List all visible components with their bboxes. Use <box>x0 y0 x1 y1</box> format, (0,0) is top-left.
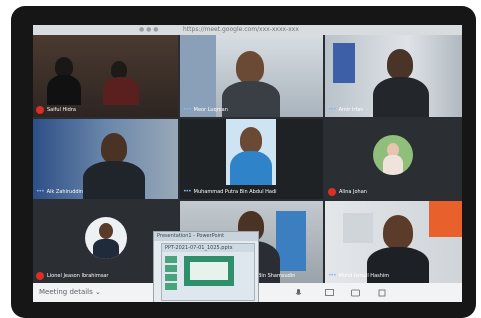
slide-thumbnail[interactable] <box>165 265 177 272</box>
window-controls-icon: ● ● ● <box>139 26 159 33</box>
meeting-screen: ● ● ● https://meet.google.com/xxx-xxxx-x… <box>33 25 462 302</box>
participant-tile[interactable]: Alina Johan <box>325 119 462 199</box>
slide-thumbnails <box>165 256 177 296</box>
more-dots-icon[interactable]: ••• <box>36 188 45 196</box>
slide-thumbnail[interactable] <box>165 274 177 281</box>
participant-name-tag: ••• Meor Luqman <box>183 105 228 114</box>
mic-muted-icon <box>328 187 336 196</box>
chevron-down-icon: ⌄ <box>95 288 101 296</box>
more-dots-icon[interactable]: ••• <box>328 106 337 114</box>
participant-tile[interactable]: ••• Aik Zahiruddin <box>33 119 178 199</box>
meeting-details-button[interactable]: Meeting details ⌄ <box>39 288 101 296</box>
browser-address-bar[interactable]: ● ● ● https://meet.google.com/xxx-xxxx-x… <box>33 25 462 35</box>
slide-content <box>190 262 228 280</box>
present-icon[interactable] <box>325 289 334 299</box>
participant-name-tag: ••• Mohd Ismail Hashim <box>328 271 390 280</box>
more-dots-icon[interactable]: ••• <box>328 272 337 280</box>
participant-tile[interactable]: ••• Muhammad Putra Bin Abdul Hadi <box>180 119 323 199</box>
participant-tile[interactable]: Saiful Hidra <box>33 35 178 117</box>
participant-name-tag: Bin Shamsudin <box>258 272 296 279</box>
microphone-icon[interactable] <box>295 289 302 299</box>
avatar <box>373 135 413 175</box>
more-dots-icon[interactable]: ••• <box>183 188 192 196</box>
avatar <box>85 217 127 259</box>
captions-icon[interactable] <box>351 289 360 299</box>
participant-name-tag: Lionel Jeason Ibrahimsar <box>36 271 108 280</box>
mic-muted-icon <box>36 271 44 280</box>
more-dots-icon[interactable]: ••• <box>183 106 192 114</box>
slide-thumbnail[interactable] <box>165 256 177 263</box>
more-options-icon[interactable] <box>378 289 387 299</box>
window-title: Presentation1 - PowerPoint <box>154 232 258 241</box>
participant-tile[interactable]: ••• Meor Luqman <box>180 35 323 117</box>
participant-tile[interactable]: ••• Mohd Ismail Hashim <box>325 201 462 283</box>
participant-name-tag: ••• Amir Irfan <box>328 105 364 114</box>
window-subtitle: PPT-2021-07-01_1025.pptx <box>162 244 254 252</box>
participant-name-tag: ••• Muhammad Putra Bin Abdul Hadi <box>183 187 277 196</box>
url-text: https://meet.google.com/xxx-xxxx-xxx <box>183 26 299 33</box>
mic-muted-icon <box>36 105 44 114</box>
participant-name-tag: ••• Aik Zahiruddin <box>36 187 84 196</box>
slide-thumbnail[interactable] <box>165 283 177 290</box>
participant-name-tag: Alina Johan <box>328 187 367 196</box>
powerpoint-window[interactable]: PPT-2021-07-01_1025.pptx <box>161 243 255 301</box>
participant-name-tag: Saiful Hidra <box>36 105 76 114</box>
participant-tile[interactable]: ••• Amir Irfan <box>325 35 462 117</box>
